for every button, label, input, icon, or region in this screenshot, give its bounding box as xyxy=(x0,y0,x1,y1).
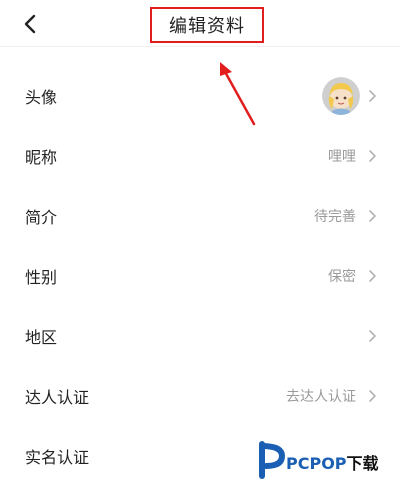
chevron-right-icon xyxy=(369,330,376,342)
row-label: 达人认证 xyxy=(25,388,90,407)
watermark-logo-icon xyxy=(259,441,286,479)
chevron-right-icon xyxy=(369,90,376,102)
chevron-right-icon xyxy=(369,150,376,162)
row-expert-verification[interactable]: 达人认证 去达人认证 xyxy=(0,366,400,426)
row-avatar[interactable]: 头像 xyxy=(0,66,400,126)
row-gender[interactable]: 性别 保密 xyxy=(0,246,400,306)
watermark-suffix: 下载 xyxy=(346,454,379,473)
row-label: 简介 xyxy=(25,208,58,227)
row-value: 保密 xyxy=(328,269,356,285)
avatar xyxy=(322,77,360,115)
watermark-brand: PCPOP xyxy=(286,454,347,473)
top-bar: 编辑资料 xyxy=(0,0,400,47)
row-value: 哩哩 xyxy=(328,149,356,165)
back-button[interactable] xyxy=(14,8,46,40)
row-value: 去达人认证 xyxy=(286,389,356,405)
row-label: 头像 xyxy=(25,88,58,107)
chevron-right-icon xyxy=(369,390,376,402)
row-nickname[interactable]: 昵称 哩哩 xyxy=(0,126,400,186)
row-bio[interactable]: 简介 待完善 xyxy=(0,186,400,246)
row-label: 实名认证 xyxy=(25,448,90,467)
row-label: 地区 xyxy=(25,328,58,347)
watermark-text: PCPOP下载 xyxy=(286,450,379,474)
site-watermark: PCPOP下载 xyxy=(256,440,386,480)
row-value: 待完善 xyxy=(314,209,356,225)
chevron-right-icon xyxy=(369,270,376,282)
row-region[interactable]: 地区 xyxy=(0,306,400,366)
profile-settings-list: 头像 昵称 哩哩 简介 待完善 性别 保密 地区 达人认证 去达人认证 实名认证 xyxy=(0,66,400,486)
row-label: 昵称 xyxy=(25,148,58,167)
title-highlight-box: 编辑资料 xyxy=(150,7,264,43)
row-label: 性别 xyxy=(25,268,58,287)
chevron-left-icon xyxy=(24,14,36,34)
chevron-right-icon xyxy=(369,210,376,222)
page-title: 编辑资料 xyxy=(169,16,245,37)
